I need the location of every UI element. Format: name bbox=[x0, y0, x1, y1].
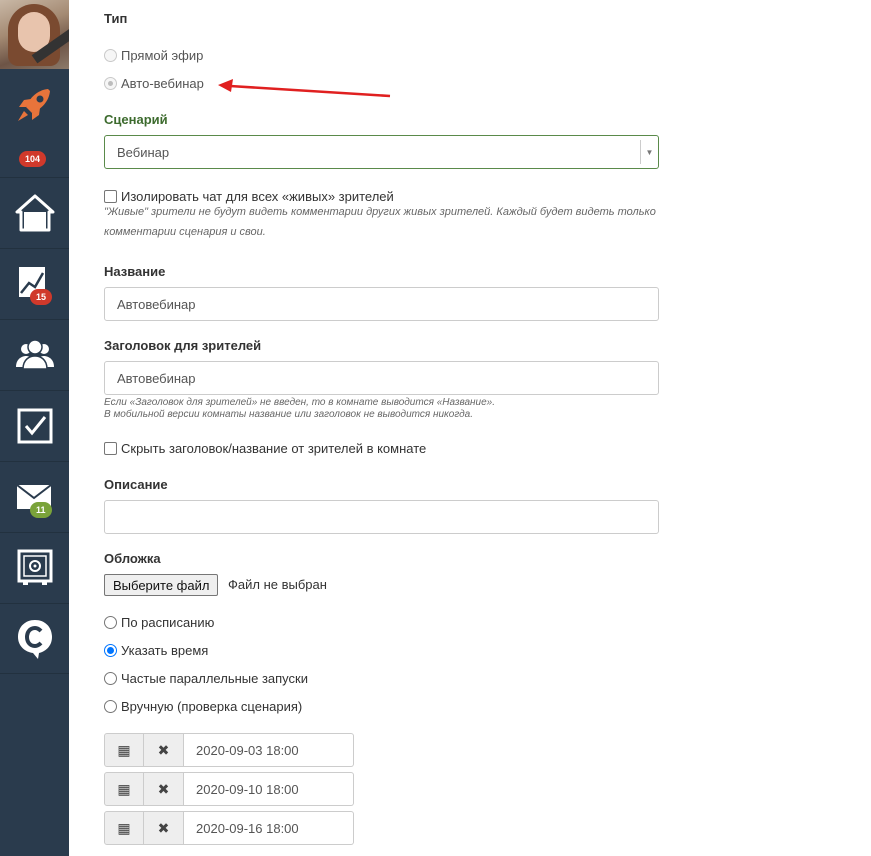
hide-title-checkbox[interactable] bbox=[104, 442, 117, 455]
viewer-title-hint-1: Если «Заголовок для зрителей» не введен,… bbox=[104, 397, 496, 408]
datetime-row: ▦ ✖ 2020-09-03 18:00 bbox=[104, 733, 354, 767]
rocket-icon bbox=[18, 89, 50, 121]
isolate-chat-checkbox[interactable] bbox=[104, 190, 117, 203]
schedule-radio-by-schedule[interactable] bbox=[104, 616, 117, 629]
type-live-label: Прямой эфир bbox=[121, 48, 204, 63]
sidebar-item-tasks[interactable] bbox=[0, 391, 69, 462]
isolate-chat-hint-2: комментарии сценария и свои. bbox=[104, 226, 266, 238]
datetime-row: ▦ ✖ 2020-09-10 18:00 bbox=[104, 772, 354, 806]
calendar-icon[interactable]: ▦ bbox=[104, 733, 144, 767]
close-icon[interactable]: ✖ bbox=[144, 772, 184, 806]
avatar[interactable] bbox=[0, 0, 69, 69]
sidebar-item-rocket[interactable]: 104 bbox=[0, 69, 69, 178]
isolate-chat-label: Изолировать чат для всех «живых» зрителе… bbox=[121, 189, 394, 204]
schedule-option-frequent[interactable]: Частые параллельные запуски bbox=[104, 671, 308, 686]
sidebar-item-chat[interactable] bbox=[0, 604, 69, 674]
mail-badge: 11 bbox=[30, 502, 52, 518]
schedule-label-manual: Вручную (проверка сценария) bbox=[121, 699, 303, 714]
datetime-input[interactable]: 2020-09-03 18:00 bbox=[184, 733, 354, 767]
sidebar-item-chart[interactable]: 15 bbox=[0, 249, 69, 320]
sidebar-item-mail[interactable]: 11 bbox=[0, 462, 69, 533]
safe-icon bbox=[17, 549, 52, 585]
datetime-row: ▦ ✖ 2020-09-16 18:00 bbox=[104, 811, 354, 845]
type-option-live[interactable]: Прямой эфир bbox=[104, 48, 203, 63]
sidebar: 104 15 11 bbox=[0, 0, 69, 856]
type-label: Тип bbox=[104, 11, 128, 26]
schedule-option-manual[interactable]: Вручную (проверка сценария) bbox=[104, 699, 302, 714]
viewer-title-hint-2: В мобильной версии комнаты название или … bbox=[104, 409, 474, 420]
calendar-icon[interactable]: ▦ bbox=[104, 772, 144, 806]
name-label: Название bbox=[104, 264, 166, 279]
chat-icon bbox=[17, 619, 52, 659]
sidebar-item-safe[interactable] bbox=[0, 533, 69, 604]
sidebar-item-home[interactable] bbox=[0, 178, 69, 249]
description-label: Описание bbox=[104, 477, 168, 492]
checkbox-task-icon bbox=[17, 408, 52, 444]
schedule-option-set-time[interactable]: Указать время bbox=[104, 643, 208, 658]
users-icon bbox=[15, 339, 54, 370]
isolate-chat-hint-1: "Живые" зрители не будут видеть коммента… bbox=[104, 206, 656, 218]
hide-title-checkbox-row[interactable]: Скрыть заголовок/название от зрителей в … bbox=[104, 441, 426, 456]
scenario-select[interactable]: Вебинар ▼ bbox=[104, 135, 659, 169]
calendar-icon[interactable]: ▦ bbox=[104, 811, 144, 845]
schedule-radio-set-time[interactable] bbox=[104, 644, 117, 657]
rocket-badge: 104 bbox=[19, 151, 47, 167]
schedule-option-by-schedule[interactable]: По расписанию bbox=[104, 615, 214, 630]
type-option-auto[interactable]: Авто-вебинар bbox=[104, 76, 204, 91]
schedule-label-set-time: Указать время bbox=[121, 643, 209, 658]
scenario-label: Сценарий bbox=[104, 112, 168, 127]
schedule-label-frequent: Частые параллельные запуски bbox=[121, 671, 308, 686]
type-auto-label: Авто-вебинар bbox=[121, 76, 204, 91]
type-auto-radio[interactable] bbox=[104, 77, 117, 90]
schedule-label-by-schedule: По расписанию bbox=[121, 615, 215, 630]
annotation-arrow bbox=[218, 79, 391, 98]
viewer-title-value: Автовебинар bbox=[117, 370, 196, 386]
chevron-down-icon: ▼ bbox=[640, 140, 658, 164]
file-status: Файл не выбран bbox=[228, 577, 327, 592]
isolate-chat-checkbox-row[interactable]: Изолировать чат для всех «живых» зрителе… bbox=[104, 189, 394, 204]
type-live-radio[interactable] bbox=[104, 49, 117, 62]
chart-badge: 15 bbox=[30, 289, 53, 305]
schedule-radio-frequent[interactable] bbox=[104, 672, 117, 685]
viewer-title-label: Заголовок для зрителей bbox=[104, 338, 262, 353]
description-input[interactable] bbox=[104, 500, 659, 534]
close-icon[interactable]: ✖ bbox=[144, 733, 184, 767]
choose-file-button[interactable]: Выберите файл bbox=[104, 574, 219, 596]
datetime-input[interactable]: 2020-09-16 18:00 bbox=[184, 811, 354, 845]
name-value: Автовебинар bbox=[117, 296, 196, 312]
datetime-input[interactable]: 2020-09-10 18:00 bbox=[184, 772, 354, 806]
name-input[interactable]: Автовебинар bbox=[104, 287, 659, 321]
scenario-value: Вебинар bbox=[117, 144, 170, 160]
close-icon[interactable]: ✖ bbox=[144, 811, 184, 845]
schedule-radio-manual[interactable] bbox=[104, 700, 117, 713]
hide-title-label: Скрыть заголовок/название от зрителей в … bbox=[121, 441, 427, 456]
viewer-title-input[interactable]: Автовебинар bbox=[104, 361, 659, 395]
cover-label: Обложка bbox=[104, 551, 161, 566]
sidebar-item-users[interactable] bbox=[0, 320, 69, 391]
home-icon bbox=[15, 194, 54, 232]
